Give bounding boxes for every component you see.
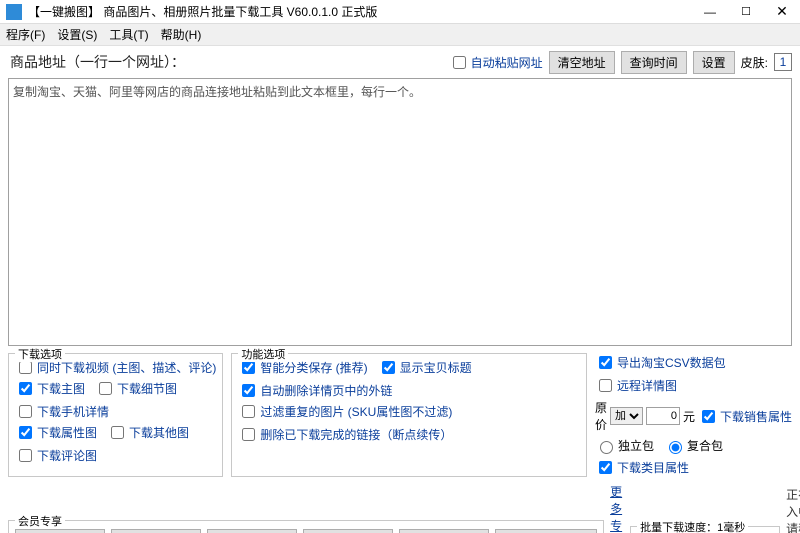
chk-show-title[interactable]: 显示宝贝标题 [378, 358, 472, 377]
chk-comment-img[interactable]: 下载评论图 [15, 446, 97, 465]
chk-del-done[interactable]: 删除已下载完成的链接（断点续传） [238, 425, 452, 444]
btn-whole-page[interactable]: 整页宝贝下载 [207, 529, 297, 533]
maximize-button[interactable]: ☐ [728, 0, 764, 24]
menu-settings[interactable]: 设置(S) [57, 26, 97, 43]
settings-button[interactable]: 设置 [693, 51, 735, 74]
btn-watermark[interactable]: 批量加水印设置 [495, 529, 597, 533]
query-time-button[interactable]: 查询时间 [621, 51, 687, 74]
chk-filter-dup[interactable]: 过滤重复的图片 (SKU属性图不过滤) [238, 402, 452, 421]
member-legend: 会员专享 [15, 513, 65, 529]
menu-tools[interactable]: 工具(T) [109, 26, 148, 43]
btn-long-image[interactable]: 长图拼接切图 [303, 529, 393, 533]
chk-detail-img[interactable]: 下载细节图 [95, 379, 177, 398]
chk-main-img[interactable]: 下载主图 [15, 379, 85, 398]
title-bar: 【一键搬图】 商品图片、相册照片批量下载工具 V60.0.1.0 正式版 — ☐… [0, 0, 800, 24]
download-options-group: 下载选项 同时下载视频 (主图、描述、评论) 下载主图 下载细节图 下载手机详情… [8, 353, 223, 477]
minimize-button[interactable]: — [692, 0, 728, 24]
menu-help[interactable]: 帮助(H) [161, 26, 202, 43]
url-textarea[interactable]: 复制淘宝、天猫、阿里等网店的商品连接地址粘贴到此文本框里，每行一个。 [8, 78, 792, 346]
btn-whole-store[interactable]: 整店宝贝下载 [15, 529, 105, 533]
chk-cat-attr[interactable]: 下载类目属性 [595, 458, 689, 477]
speed-group: 批量下载速度：1毫秒 快 慢 [630, 526, 780, 533]
clear-address-button[interactable]: 清空地址 [549, 51, 615, 74]
more-features-link[interactable]: 更多专享功能>> [610, 483, 624, 533]
member-group: 会员专享 整店宝贝下载 宝贝分类下载 整页宝贝下载 长图拼接切图 又拍相册下图 … [8, 520, 604, 533]
chk-export-csv[interactable]: 导出淘宝CSV数据包 [595, 353, 726, 372]
chk-auto-del-ext[interactable]: 自动删除详情页中的外链 [238, 381, 392, 400]
radio-single[interactable]: 独立包 [595, 437, 654, 454]
address-label: 商品地址（一行一个网址）： [10, 52, 443, 72]
speed-legend: 批量下载速度：1毫秒 [637, 519, 748, 533]
btn-youpai[interactable]: 又拍相册下图 [399, 529, 489, 533]
header-row: 商品地址（一行一个网址）： 自动粘贴网址 清空地址 查询时间 设置 皮肤: 1 [0, 46, 800, 76]
chk-mobile-img[interactable]: 下载手机详情 [15, 402, 109, 421]
price-value-input[interactable] [646, 407, 680, 425]
function-options-legend: 功能选项 [238, 346, 288, 362]
radio-multi[interactable]: 复合包 [664, 437, 723, 454]
chk-attr-img[interactable]: 下载属性图 [15, 423, 97, 442]
skin-label: 皮肤: [741, 54, 768, 71]
price-unit: 元 [683, 408, 695, 425]
chk-remote-detail[interactable]: 远程详情图 [595, 376, 677, 395]
chk-other-img[interactable]: 下载其他图 [107, 423, 189, 442]
close-button[interactable]: ✕ [764, 0, 800, 24]
right-options: 导出淘宝CSV数据包 远程详情图 原价 加 元 下载销售属性 独立包 复合包 下… [595, 353, 792, 477]
skin-selector[interactable]: 1 [774, 53, 792, 71]
btn-category-dl[interactable]: 宝贝分类下载 [111, 529, 201, 533]
chk-sale-attr[interactable]: 下载销售属性 [698, 407, 792, 426]
menu-bar: 程序(F) 设置(S) 工具(T) 帮助(H) [0, 24, 800, 46]
auto-paste-checkbox[interactable]: 自动粘贴网址 [449, 53, 543, 72]
loading-status: 正在载入中，请稍等…… [786, 486, 800, 533]
menu-program[interactable]: 程序(F) [6, 26, 45, 43]
window-title: 【一键搬图】 商品图片、相册照片批量下载工具 V60.0.1.0 正式版 [26, 3, 692, 20]
download-options-legend: 下载选项 [15, 346, 65, 362]
function-options-group: 功能选项 智能分类保存 (推荐) 显示宝贝标题 自动删除详情页中的外链 过滤重复… [231, 353, 587, 477]
price-label: 原价 [595, 399, 607, 433]
price-op-select[interactable]: 加 [610, 407, 643, 425]
app-icon [6, 4, 22, 20]
